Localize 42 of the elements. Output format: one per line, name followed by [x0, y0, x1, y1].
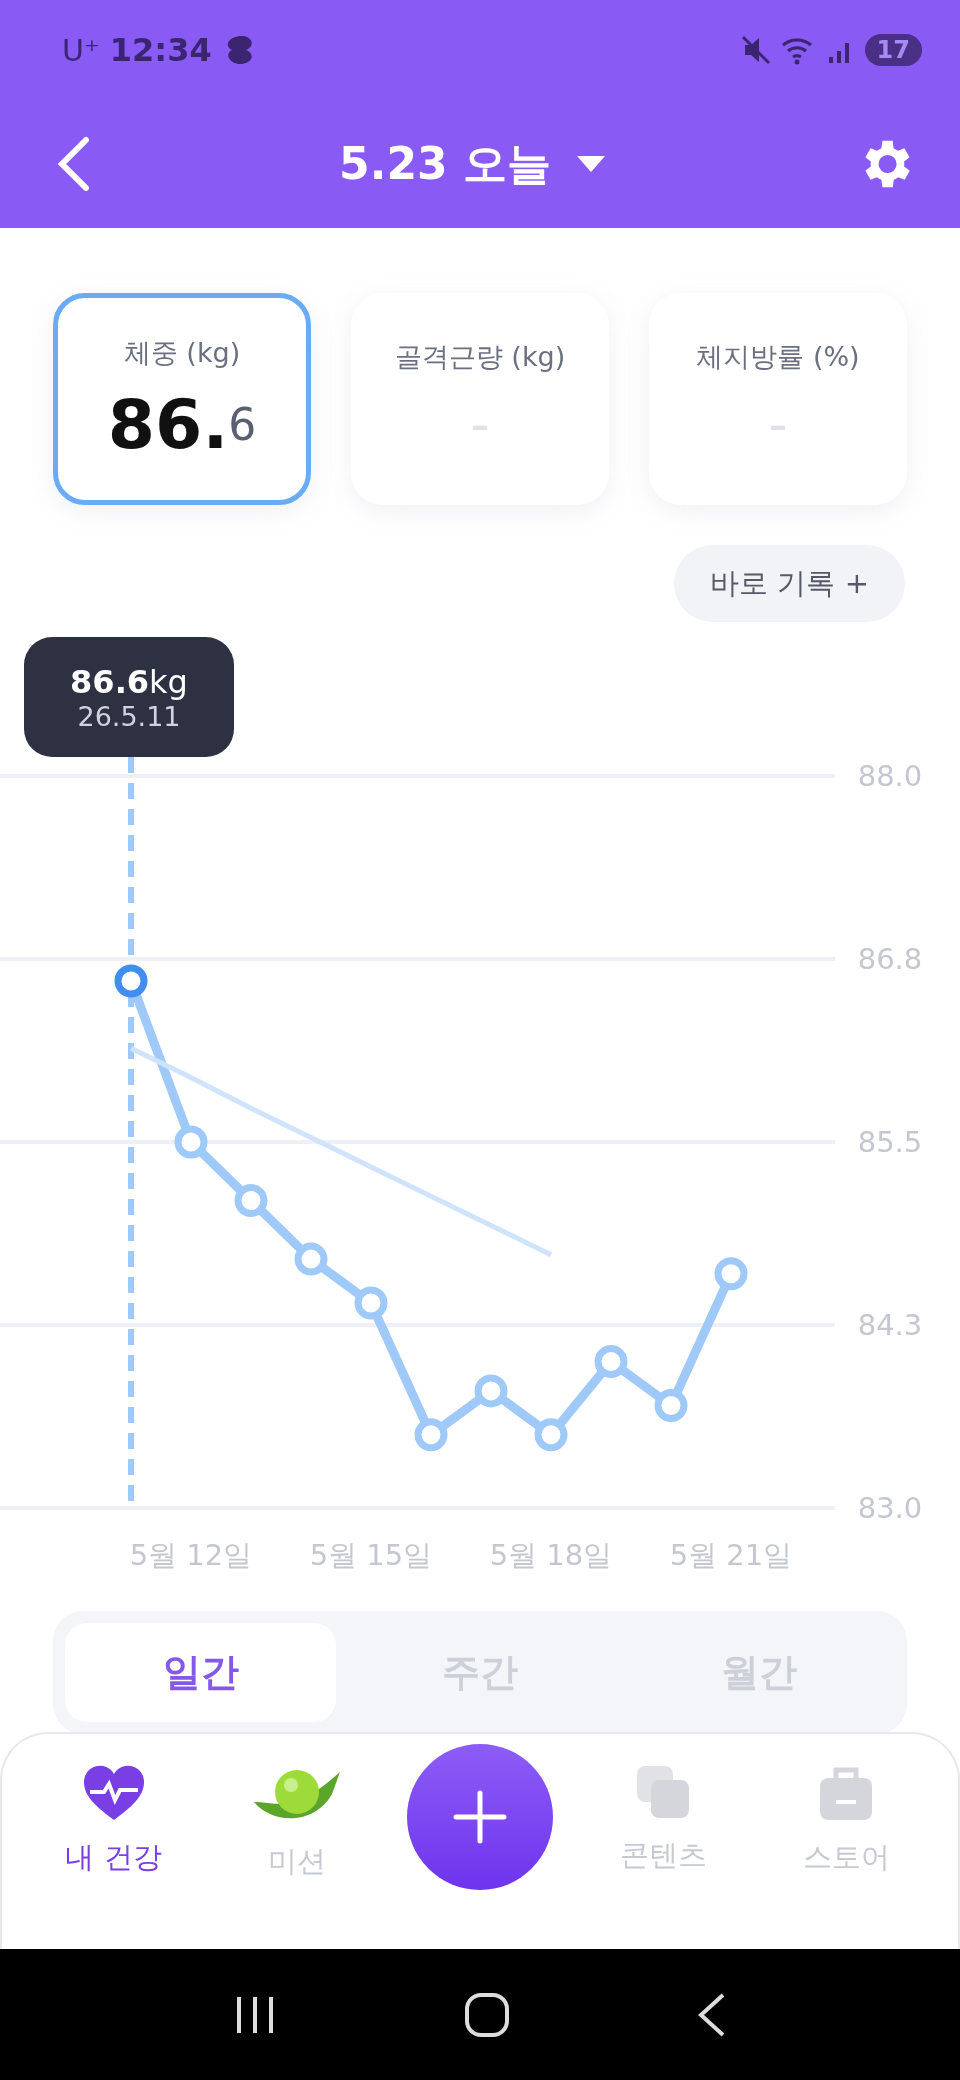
- status-time: 12:34: [109, 31, 212, 69]
- period-tab[interactable]: 일간: [65, 1623, 337, 1723]
- x-axis-label: 5월 15일: [309, 1538, 433, 1572]
- y-axis-label: 86.8: [857, 942, 923, 976]
- metric-label: 골격근량 (kg): [394, 340, 566, 374]
- data-point[interactable]: [714, 1257, 748, 1291]
- data-point[interactable]: [234, 1184, 268, 1218]
- caret-icon[interactable]: [576, 156, 605, 172]
- data-point[interactable]: [594, 1345, 628, 1379]
- data-point[interactable]: [414, 1418, 448, 1452]
- y-axis-label: 84.3: [857, 1308, 923, 1342]
- metric-label: 체지방률 (%): [696, 340, 860, 374]
- pages-icon: [635, 1764, 692, 1821]
- x-axis-label: 5월 12일: [129, 1538, 253, 1572]
- carrier-label: U⁺: [62, 32, 100, 68]
- selected-point[interactable]: [114, 964, 148, 998]
- x-axis-label: 5월 21일: [669, 1538, 793, 1572]
- metric-card[interactable]: 체중 (kg) 86.6: [53, 293, 311, 505]
- metric-label: 체중 (kg): [123, 335, 241, 370]
- y-axis-label: 83.0: [857, 1491, 923, 1525]
- plus-icon: [452, 1789, 508, 1846]
- date-title[interactable]: 5.23 오늘: [339, 134, 551, 194]
- data-point[interactable]: [474, 1374, 508, 1408]
- mute-icon: [740, 35, 771, 65]
- tooltip-date: 26.5.11: [77, 700, 181, 732]
- tooltip-value: 86.6kg: [70, 662, 188, 701]
- battery-indicator: 17: [864, 34, 922, 66]
- nav-tab[interactable]: 내 건강: [22, 1764, 206, 1950]
- data-point[interactable]: [534, 1418, 568, 1452]
- home-icon[interactable]: [464, 1991, 510, 2038]
- metric-value: -: [470, 391, 490, 458]
- quick-record-button[interactable]: 바로 기록 +: [674, 545, 905, 622]
- heart-pulse-icon: [81, 1764, 146, 1823]
- data-point[interactable]: [354, 1286, 388, 1320]
- x-axis-label: 5월 18일: [489, 1538, 613, 1572]
- data-point[interactable]: [294, 1242, 328, 1276]
- y-axis-label: 88.0: [857, 759, 923, 793]
- y-axis-label: 85.5: [857, 1125, 923, 1159]
- metric-value: 86.6: [107, 384, 257, 464]
- metric-value: -: [768, 391, 788, 458]
- data-point[interactable]: [174, 1125, 208, 1159]
- data-point[interactable]: [654, 1389, 688, 1422]
